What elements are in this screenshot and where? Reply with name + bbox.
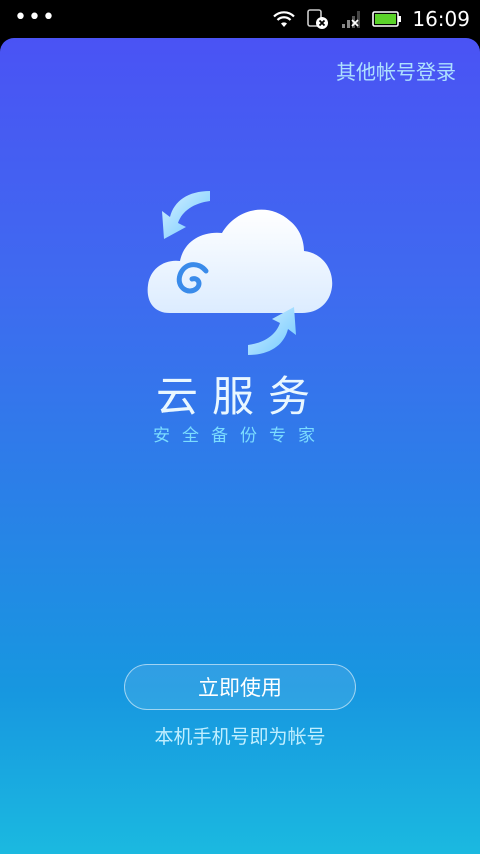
clock-time: 16:09 [412,7,470,31]
cloud-sync-icon [147,191,333,355]
app-title: 云服务 [155,372,324,421]
other-account-login-link[interactable]: 其他帐号登录 [336,56,456,85]
cloud-service-screen: 其他帐号登录 云服务 安全备份专家 立即使用 本机手机号即为帐号 [0,38,480,854]
wifi-icon [273,11,296,27]
status-icons: 16:09 [272,0,470,38]
app-subtitle: 安全备份专家 [153,426,327,446]
start-using-button[interactable]: 立即使用 [124,664,356,710]
status-bar: ••• 16:09 [0,0,480,38]
battery-icon [372,11,402,27]
signal-no-service-icon [342,11,361,28]
menu-dots-icon: ••• [14,5,56,30]
account-hint-text: 本机手机号即为帐号 [154,726,326,748]
sim-error-icon [307,9,329,29]
